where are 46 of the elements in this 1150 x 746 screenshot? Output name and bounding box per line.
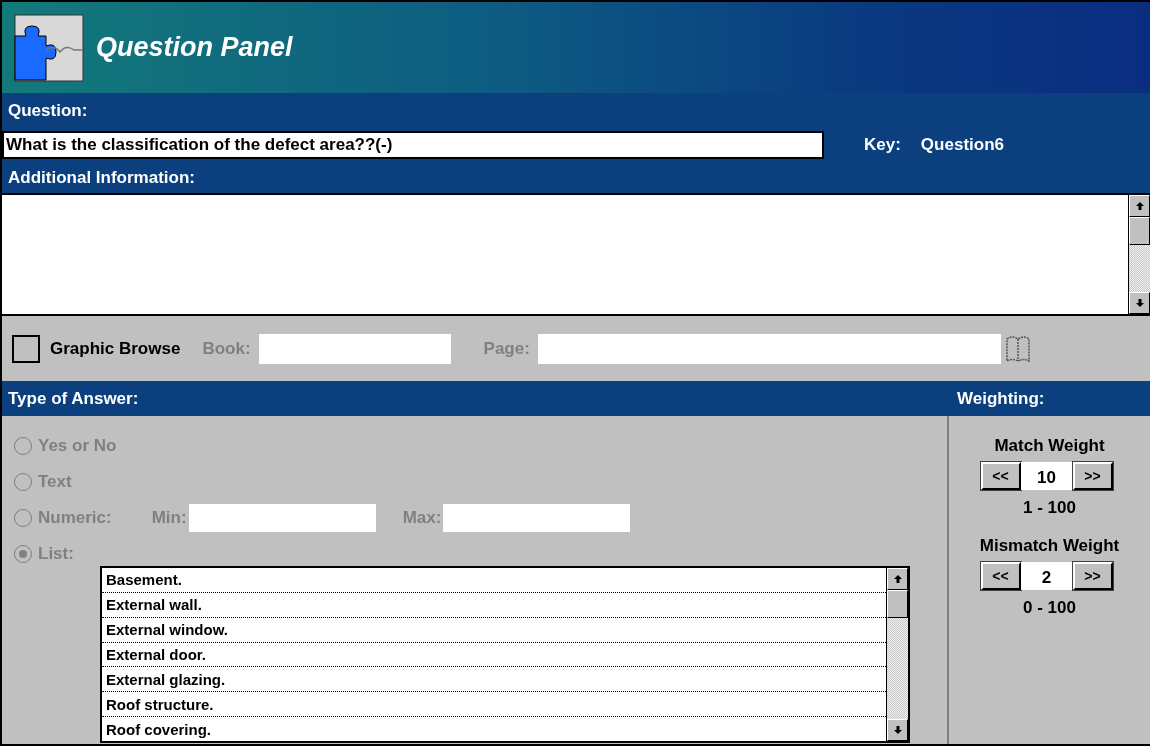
key-value: Question6 (920, 135, 1004, 155)
down-arrow-icon (892, 725, 903, 735)
option-label: Yes or No (38, 436, 117, 456)
scroll-up-button[interactable] (1129, 195, 1150, 217)
scrollbar[interactable] (886, 568, 908, 741)
option-label: Text (38, 472, 72, 492)
weighting-label: Weighting: (957, 388, 1045, 409)
graphic-browse-label: Graphic Browse (50, 338, 181, 359)
down-arrow-icon (1134, 298, 1145, 308)
option-label: List: (38, 544, 74, 564)
question-label: Question: (8, 100, 88, 121)
weight-range: 1 - 100 (1023, 498, 1076, 518)
weight-label: Mismatch Weight (979, 536, 1120, 556)
scrollbar[interactable] (1128, 195, 1150, 314)
puzzle-icon (14, 13, 84, 82)
weight-range: 0 - 100 (1023, 598, 1076, 618)
scroll-up-button[interactable] (887, 568, 908, 590)
up-arrow-icon (892, 574, 903, 584)
weight-value[interactable]: 2 (1020, 562, 1073, 590)
scroll-down-button[interactable] (1129, 292, 1150, 314)
book-field[interactable] (258, 333, 451, 364)
additional-info-field[interactable] (2, 193, 1150, 316)
increase-button[interactable]: >> (1072, 462, 1113, 490)
scroll-down-button[interactable] (887, 719, 908, 741)
max-field[interactable] (443, 504, 631, 532)
book-label: Book: (202, 338, 251, 359)
additional-info-label: Additional Information: (8, 167, 195, 188)
min-label: Min: (151, 508, 187, 528)
scroll-thumb[interactable] (1129, 217, 1150, 245)
decrease-button[interactable]: << (980, 462, 1021, 490)
scroll-thumb[interactable] (887, 590, 908, 618)
graphic-browse-checkbox[interactable] (12, 334, 40, 363)
min-field[interactable] (188, 504, 376, 532)
weight-value[interactable]: 10 (1020, 462, 1073, 490)
increase-button[interactable]: >> (1072, 562, 1113, 590)
max-label: Max: (402, 508, 442, 528)
key-label: Key: (864, 135, 901, 155)
answer-type-label: Type of Answer: (8, 388, 139, 409)
page-field[interactable] (537, 333, 1001, 364)
up-arrow-icon (1134, 201, 1145, 211)
page-label: Page: (483, 338, 530, 359)
question-field[interactable]: What is the classification of the defect area??(-) (2, 131, 824, 159)
panel-title: Question Panel (96, 32, 293, 63)
weight-label: Match Weight (994, 436, 1105, 456)
decrease-button[interactable]: << (980, 562, 1021, 590)
option-label: Numeric: (38, 508, 112, 528)
